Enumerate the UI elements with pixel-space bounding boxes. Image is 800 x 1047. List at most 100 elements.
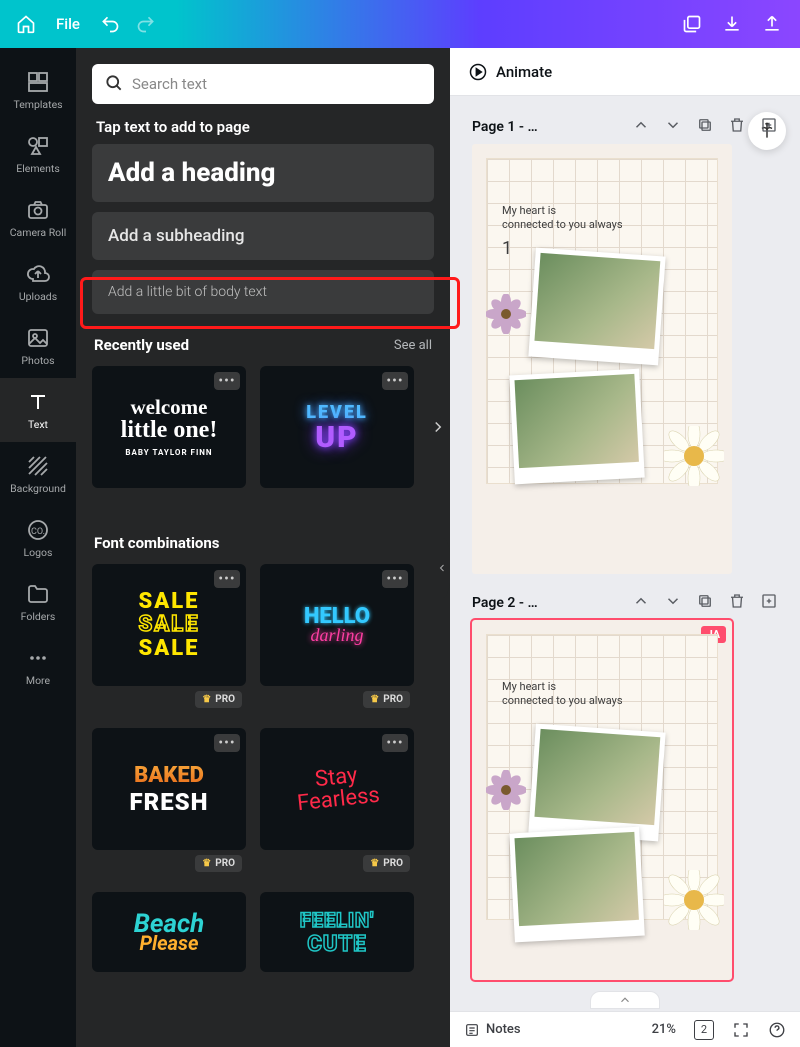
search-icon — [104, 73, 124, 97]
text-panel: Tap text to add to page Add a heading Ad… — [76, 48, 450, 1047]
text-template-card[interactable]: ••• welcome little one! BABY TAYLOR FINN — [92, 366, 246, 488]
scroll-right-icon[interactable] — [426, 415, 450, 439]
card-text: SALE — [139, 590, 200, 613]
sidebar-item-templates[interactable]: Templates — [0, 58, 76, 122]
card-text: welcome — [121, 397, 218, 418]
page-down-icon[interactable] — [664, 592, 682, 614]
sidebar-item-text[interactable]: Text — [0, 378, 76, 442]
add-body-text-button[interactable]: Add a little bit of body text — [92, 270, 434, 314]
sidebar-item-more[interactable]: More — [0, 634, 76, 698]
flower-decoration — [486, 770, 526, 810]
font-combo-card[interactable]: ••• HELLO darling ♛PRO — [260, 564, 414, 686]
sidebar-item-folders[interactable]: Folders — [0, 570, 76, 634]
page-label: Page 2 - … — [472, 595, 538, 611]
sidebar-label: Background — [10, 482, 66, 495]
font-combo-card[interactable]: ••• BAKED FRESH ♛PRO — [92, 728, 246, 850]
text-template-card[interactable]: ••• LEVEL UP — [260, 366, 414, 488]
canvas-text: My heart is connected to you always — [502, 680, 623, 708]
see-all-link[interactable]: See all — [394, 338, 432, 353]
add-page-icon[interactable] — [760, 116, 778, 138]
canvas-page[interactable]: My heart is connected to you always 1 — [472, 144, 732, 574]
undo-button[interactable] — [92, 6, 128, 42]
duplicate-page-icon[interactable] — [696, 592, 714, 614]
canvas-page[interactable]: JA My heart is connected to you always — [472, 620, 732, 980]
card-text: SALE — [139, 637, 200, 660]
sidebar-label: Camera Roll — [10, 226, 67, 239]
card-menu-icon[interactable]: ••• — [382, 570, 408, 588]
notes-button[interactable]: Notes — [464, 1022, 521, 1038]
canvas-area: Animate Page 1 - … My heart is — [450, 48, 800, 1047]
card-menu-icon[interactable]: ••• — [214, 372, 240, 390]
card-text: BAKED — [129, 763, 208, 788]
sidebar-label: Templates — [13, 98, 62, 111]
present-button[interactable] — [672, 4, 712, 44]
page-count-indicator[interactable]: 2 — [694, 1020, 714, 1040]
font-combo-card[interactable]: ••• Stay Fearless ♛PRO — [260, 728, 414, 850]
crown-icon: ♛ — [370, 694, 379, 705]
collapse-panel-button[interactable] — [433, 538, 450, 598]
page-list-handle[interactable] — [590, 991, 660, 1009]
photo-frame — [528, 248, 665, 366]
font-combo-card[interactable]: Beach Please — [92, 892, 246, 972]
page-up-icon[interactable] — [632, 592, 650, 614]
card-menu-icon[interactable]: ••• — [382, 372, 408, 390]
add-subheading-button[interactable]: Add a subheading — [92, 212, 434, 260]
sidebar-item-background[interactable]: Background — [0, 442, 76, 506]
font-combinations-title: Font combinations — [94, 534, 220, 552]
photo-frame — [528, 724, 665, 842]
card-text: UP — [306, 423, 368, 453]
card-text: Fearless — [296, 785, 381, 816]
card-text: darling — [304, 625, 370, 646]
page-up-icon[interactable] — [632, 116, 650, 138]
animate-button[interactable]: Animate — [468, 62, 552, 82]
tool-sidebar: Templates Elements Camera Roll Uploads P… — [0, 48, 76, 1047]
page-down-icon[interactable] — [664, 116, 682, 138]
daisy-decoration — [664, 426, 724, 486]
file-menu[interactable]: File — [44, 7, 92, 41]
delete-page-icon[interactable] — [728, 116, 746, 138]
zoom-level[interactable]: 21% — [652, 1022, 676, 1037]
sidebar-item-uploads[interactable]: Uploads — [0, 250, 76, 314]
font-combo-card[interactable]: FEELIN' CUTE — [260, 892, 414, 972]
add-heading-button[interactable]: Add a heading — [92, 144, 434, 202]
delete-page-icon[interactable] — [728, 592, 746, 614]
pro-badge: ♛PRO — [195, 855, 242, 872]
pro-badge: ♛PRO — [195, 691, 242, 708]
sidebar-item-camera-roll[interactable]: Camera Roll — [0, 186, 76, 250]
crown-icon: ♛ — [202, 694, 211, 705]
photo-frame — [509, 827, 645, 943]
card-menu-icon[interactable]: ••• — [214, 734, 240, 752]
fullscreen-icon[interactable] — [732, 1021, 750, 1039]
crown-icon: ♛ — [202, 858, 211, 869]
sidebar-label: Elements — [16, 162, 60, 175]
font-combo-card[interactable]: ••• SALE SALE SALE ♛PRO — [92, 564, 246, 686]
sidebar-label: More — [26, 674, 50, 687]
canvas-toolbar: Animate — [450, 48, 800, 96]
page-header: Page 2 - … — [472, 592, 778, 614]
card-text: BABY TAYLOR FINN — [121, 448, 218, 457]
sidebar-label: Logos — [24, 546, 53, 559]
photo-frame — [509, 369, 645, 485]
crown-icon: ♛ — [370, 858, 379, 869]
card-text: FRESH — [129, 788, 208, 816]
help-icon[interactable] — [768, 1021, 786, 1039]
card-menu-icon[interactable]: ••• — [214, 570, 240, 588]
sidebar-item-elements[interactable]: Elements — [0, 122, 76, 186]
page-header: Page 1 - … — [472, 116, 778, 138]
share-button[interactable] — [752, 4, 792, 44]
sidebar-item-photos[interactable]: Photos — [0, 314, 76, 378]
sidebar-label: Photos — [21, 354, 54, 367]
card-menu-icon[interactable]: ••• — [382, 734, 408, 752]
redo-button[interactable] — [128, 6, 164, 42]
home-button[interactable] — [8, 6, 44, 42]
search-input[interactable] — [92, 64, 434, 104]
sidebar-item-logos[interactable]: CO. Logos — [0, 506, 76, 570]
download-button[interactable] — [712, 4, 752, 44]
card-text: FEELIN' — [300, 908, 374, 932]
top-toolbar: File — [0, 0, 800, 48]
svg-text:CO.: CO. — [31, 527, 45, 537]
card-text: little one! — [121, 418, 218, 442]
pro-badge: ♛PRO — [363, 855, 410, 872]
duplicate-page-icon[interactable] — [696, 116, 714, 138]
add-page-icon[interactable] — [760, 592, 778, 614]
